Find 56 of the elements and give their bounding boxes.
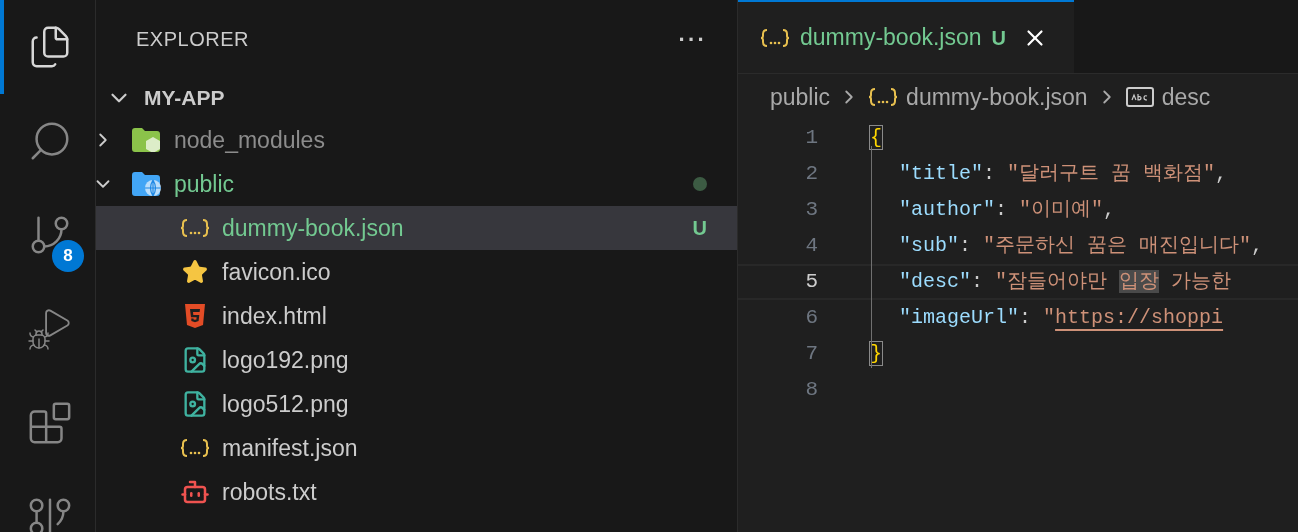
html5-icon [184,304,206,328]
tree-item[interactable]: robots.txt [96,470,737,514]
tree-item[interactable]: logo512.png [96,382,737,426]
tree-item[interactable]: index.html [96,294,737,338]
file-name: manifest.json [222,433,358,463]
star-icon [182,259,208,285]
file-name: index.html [222,301,327,331]
folder-title: MY-APP [144,85,225,112]
count-badge: 8 [52,240,84,272]
git-status: U [692,216,707,241]
braces-icon [180,217,210,239]
code-line: "title": "달러구트 꿈 백화점", [898,161,1228,187]
breadcrumb-item[interactable]: public [770,79,831,115]
tree-item[interactable]: node_modules [96,118,737,162]
line-number: 2 [804,161,818,188]
string-symbol-icon [1125,87,1154,107]
editor-tab[interactable]: dummy-book.json U [738,0,1074,73]
line-number: 6 [804,305,818,332]
git-status: U [991,25,1006,51]
breadcrumb-item[interactable]: dummy-book.json [906,79,1088,115]
code-line: "sub": "주문하신 꿈은 매진입니다", [898,233,1264,259]
tree-item[interactable]: favicon.ico [96,250,737,294]
code-line: "author": "이미예", [898,197,1116,223]
tree-item[interactable]: public [96,162,737,206]
tree-item[interactable]: dummy-book.json U [96,206,737,250]
line-number: 1 [804,125,818,152]
line-number: 4 [804,233,818,260]
file-name: robots.txt [222,477,317,507]
line-number: 3 [804,197,818,224]
folder-icon [132,128,162,152]
braces-icon [180,437,210,459]
line-number: 5 [804,269,818,296]
panel-title: EXPLORER [136,27,249,52]
activity-item[interactable]: 8 [0,188,95,282]
breadcrumb-item[interactable]: desc [1161,79,1211,115]
folder-icon [132,172,162,196]
file-name: logo512.png [222,389,349,419]
tree-item[interactable]: manifest.json [96,426,737,470]
more-actions[interactable]: ··· [678,22,707,56]
tree-item[interactable]: logo192.png [96,338,737,382]
line-number: 7 [804,341,818,368]
line-number: 8 [804,377,818,404]
file-name: node_modules [174,125,325,155]
code-line: "imageUrl": "https://shoppi [898,305,1224,331]
code-line: } [870,341,882,367]
code-line: { [870,125,882,151]
run-debug-icon [26,306,73,352]
tab-label: dummy-book.json [800,23,982,53]
file-name: public [174,169,235,199]
file-name: favicon.ico [222,257,331,287]
braces-icon [760,26,790,49]
code-line: "desc": "잠들어야만 입장 가능한 [898,269,1232,295]
folder-header[interactable]: MY-APP [96,78,737,118]
braces-icon [868,86,899,108]
file-name: logo192.png [222,345,349,375]
file-name: dummy-book.json [222,213,404,243]
